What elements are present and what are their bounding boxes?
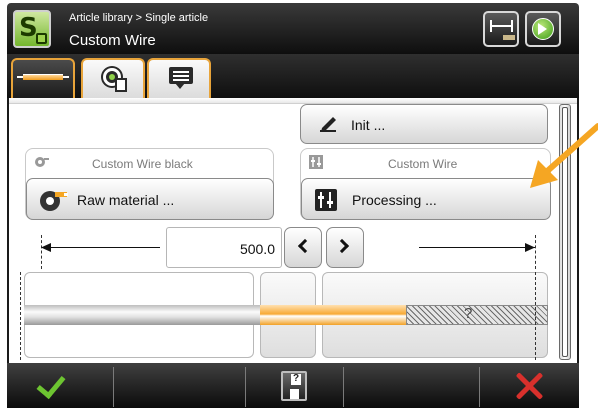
raw-material-label: Raw material ... (77, 192, 175, 208)
confirm-button[interactable] (7, 363, 113, 408)
arrow-left-icon (41, 243, 51, 252)
wire-undefined-section (406, 305, 548, 325)
wire-diagram: ? (20, 272, 556, 360)
tab-wire[interactable] (11, 58, 75, 98)
length-input[interactable]: 500.0 (166, 227, 282, 268)
header-bar: S Article library > Single article Custo… (7, 3, 579, 54)
increase-length-button[interactable] (326, 227, 364, 268)
length-value: 500.0 (239, 241, 275, 257)
callout-arrow-icon (530, 123, 598, 188)
raw-material-name: Custom Wire black (92, 157, 193, 171)
raw-material-group: Custom Wire black Raw material ... (25, 148, 274, 220)
length-arrow-left (42, 247, 160, 248)
length-left-marker (41, 235, 42, 269)
footer-bar: ? (7, 363, 579, 408)
raw-material-button[interactable]: Raw material ... (26, 178, 274, 220)
app-window: S Article library > Single article Custo… (0, 0, 598, 408)
processing-group: Custom Wire Processing ... (300, 148, 551, 220)
wire-icon (23, 74, 63, 80)
processing-name: Custom Wire (388, 157, 458, 171)
processing-label: Processing ... (352, 192, 437, 208)
tab-processing[interactable] (81, 58, 145, 98)
processing-small-icon (309, 155, 323, 169)
init-label: Init ... (351, 117, 386, 133)
next-button[interactable] (525, 11, 561, 47)
chevron-left-icon (297, 238, 313, 254)
chevron-right-icon (334, 238, 350, 254)
wire-right-marker (535, 272, 536, 360)
undefined-marker: ? (464, 305, 473, 322)
arrow-right-icon (525, 243, 535, 252)
page-title: Custom Wire (69, 32, 156, 49)
decrease-length-button[interactable] (284, 227, 322, 268)
footer-divider (343, 367, 344, 407)
tab-comment[interactable] (147, 58, 211, 98)
length-right-marker (535, 235, 536, 269)
cancel-button[interactable] (479, 363, 579, 408)
wire-spool-small-icon (35, 157, 49, 167)
length-row: 500.0 (25, 227, 549, 269)
processing-icon (315, 189, 337, 211)
save-button[interactable]: ? (245, 363, 343, 408)
wire-stripped-section (260, 305, 406, 325)
app-logo-icon[interactable]: S (13, 10, 51, 48)
wire-spool-icon (40, 191, 68, 211)
length-arrow-right (419, 247, 535, 248)
length-measure-button[interactable] (483, 11, 519, 47)
check-icon (36, 368, 66, 400)
init-button[interactable]: Init ... (300, 104, 548, 144)
footer-divider (113, 367, 114, 407)
save-disk-icon: ? (281, 371, 307, 401)
wire-left-marker (20, 272, 21, 360)
pencil-icon (320, 117, 336, 132)
wire-graphic: ? (24, 305, 548, 325)
breadcrumb: Article library > Single article (69, 12, 209, 24)
tab-bar (7, 54, 579, 98)
processing-button[interactable]: Processing ... (301, 178, 551, 220)
wire-insulation (24, 305, 260, 325)
